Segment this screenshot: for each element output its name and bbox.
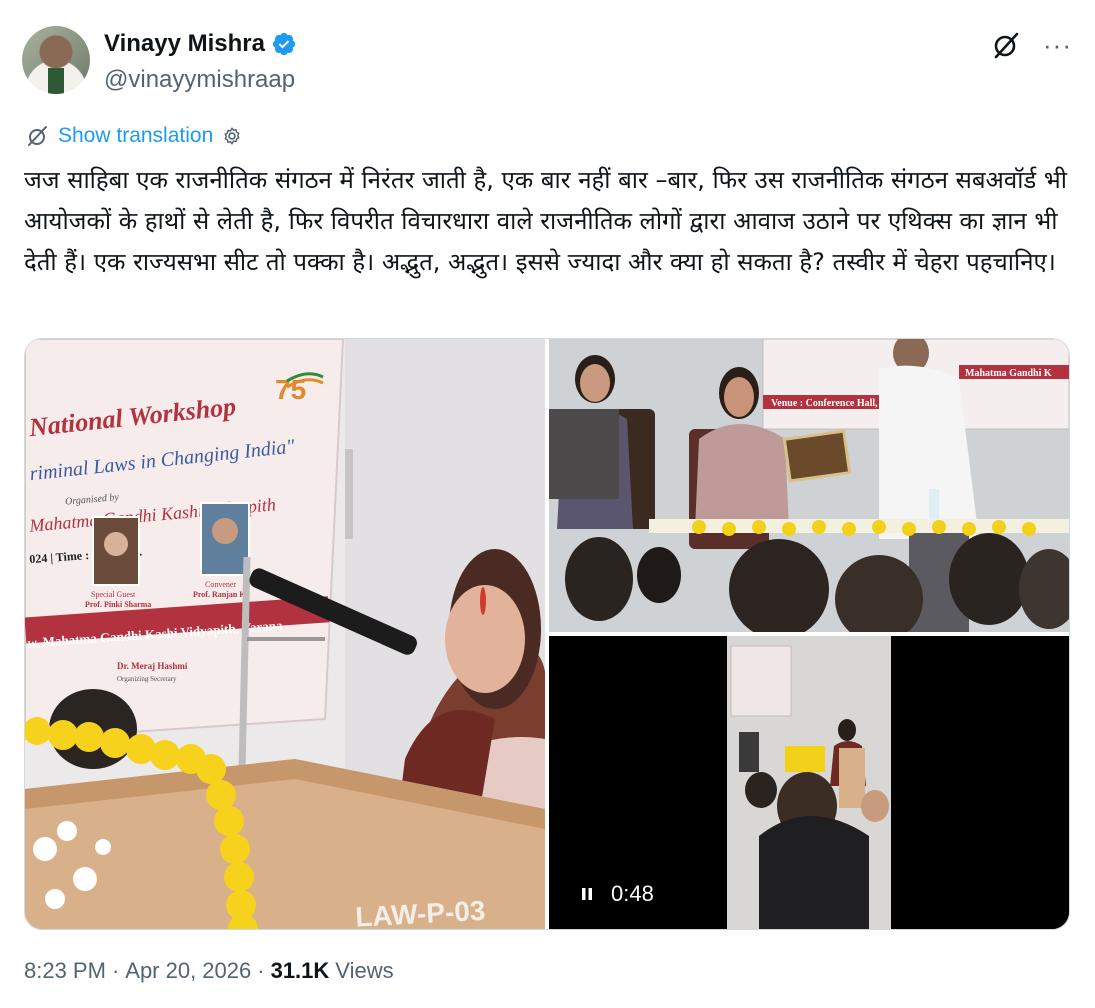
avatar[interactable]	[22, 26, 90, 94]
video-player[interactable]: 0:48	[549, 636, 1069, 929]
views-count[interactable]: 31.1K	[271, 958, 330, 984]
tweet-date[interactable]: Apr 20, 2026	[125, 958, 251, 984]
views-label: Views	[335, 958, 394, 983]
author-name[interactable]: Vinayy Mishra	[104, 30, 265, 58]
podium-label: LAW-P-03	[355, 895, 487, 929]
photo-award-presentation[interactable]: Venue : Conference Hall, Fa Mahatma Gand…	[549, 339, 1069, 632]
tweet-text: जज साहिबा एक राजनीतिक संगठन में निरंतर ज…	[24, 166, 1067, 276]
award-banner-university: Mahatma Gandhi K	[965, 368, 1052, 379]
award-banner-venue: Venue : Conference Hall, Fa	[771, 398, 891, 409]
video-duration: 0:48	[611, 881, 654, 906]
show-translation-link[interactable]: Show translation	[58, 124, 213, 148]
special-guest-name: Prof. Pinki Sharma	[85, 600, 151, 609]
special-guest-role: Special Guest	[91, 590, 136, 599]
grok-translate-icon	[28, 126, 47, 146]
video-controls: 0:48	[579, 881, 654, 907]
more-options-icon[interactable]: ···	[1043, 30, 1072, 60]
author-handle[interactable]: @vinayymishraap	[104, 66, 295, 94]
tweet-time[interactable]: 8:23 PM	[24, 958, 106, 984]
photo-speaker-podium[interactable]: National Workshop riminal Laws in Changi…	[25, 339, 545, 929]
top-actions: ···	[991, 30, 1072, 60]
media-grid: National Workshop riminal Laws in Changi…	[24, 338, 1070, 930]
pause-icon[interactable]	[579, 886, 595, 902]
grok-icon[interactable]	[991, 30, 1021, 60]
gear-icon[interactable]	[221, 125, 243, 147]
secretary-role: Organizing Secretary	[117, 675, 177, 683]
secretary-name: Dr. Meraj Hashmi	[117, 661, 188, 671]
tweet-meta: 8:23 PM · Apr 20, 2026 · 31.1K Views	[24, 958, 394, 984]
meta-separator: ·	[257, 958, 265, 983]
verified-badge-icon	[272, 32, 296, 56]
show-translation[interactable]: Show translation	[26, 124, 243, 148]
author-name-row[interactable]: Vinayy Mishra	[104, 30, 297, 58]
convener-name: Prof. Ranjan K	[193, 590, 246, 599]
tweet-header: Vinayy Mishra @vinayymishraap ···	[22, 26, 1072, 96]
convener-role: Convener	[205, 580, 236, 589]
meta-separator: ·	[111, 958, 120, 983]
